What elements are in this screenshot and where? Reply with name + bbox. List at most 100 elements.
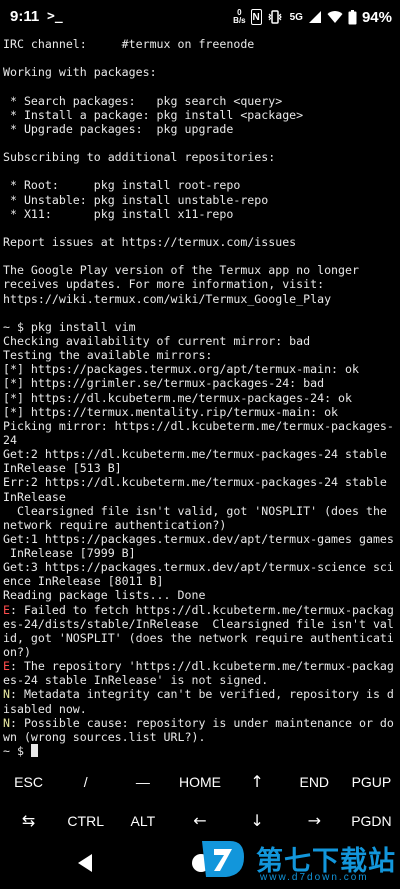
terminal-line: on?) bbox=[3, 645, 397, 659]
terminal-line: * Unstable: pkg install unstable-repo bbox=[3, 193, 397, 207]
terminal-line-text: IRC channel: #termux on freenode bbox=[3, 37, 255, 51]
terminal-line: The Google Play version of the Termux ap… bbox=[3, 263, 397, 277]
terminal-line: InRelease [7999 B] bbox=[3, 546, 397, 560]
tab-key[interactable]: ⇆ bbox=[0, 801, 57, 840]
terminal-line-text: : Failed to fetch https://dl.kcubeterm.m… bbox=[9, 602, 394, 617]
notice-prefix: N bbox=[3, 715, 10, 730]
terminal-line: id, got 'NOSPLIT' (does the network requ… bbox=[3, 631, 397, 645]
terminal-line-text: https://wiki.termux.com/wiki/Termux_Goog… bbox=[3, 291, 332, 306]
status-bar: 9:11 >_ 0 B/s N 5G 94% bbox=[0, 0, 400, 32]
terminal-line: isabled now. bbox=[3, 702, 397, 716]
terminal-line: Working with packages: bbox=[3, 65, 397, 79]
terminal-line: * Upgrade packages: pkg upgrade bbox=[3, 122, 397, 136]
battery-icon bbox=[348, 9, 357, 24]
terminal-line: InRelease bbox=[3, 490, 397, 504]
terminal-line-text: Subscribing to additional repositories: bbox=[3, 150, 276, 165]
terminal-line: receives updates. For more information, … bbox=[3, 277, 397, 291]
terminal-line-text: ~ $ bbox=[3, 744, 31, 757]
notice-prefix: N bbox=[3, 687, 10, 702]
terminal-line-text: [*] https://packages.termux.org/apt/term… bbox=[3, 362, 359, 377]
terminal-line: IRC channel: #termux on freenode bbox=[3, 37, 397, 51]
terminal-line-text: Reading package lists... Done bbox=[3, 588, 206, 603]
status-icons: 0 B/s N 5G 94% bbox=[233, 7, 392, 27]
terminal-line-text: * Upgrade packages: pkg upgrade bbox=[3, 121, 234, 136]
status-time: 9:11 bbox=[10, 8, 40, 25]
error-prefix: E bbox=[3, 659, 10, 674]
terminal-line-text: es-24/dists/stable/InRelease Clearsigned… bbox=[3, 616, 394, 631]
end-key[interactable]: END bbox=[286, 762, 343, 801]
terminal-line-text: on?) bbox=[3, 645, 31, 660]
d7down-logo-icon bbox=[202, 841, 244, 877]
terminal-line-text: * Unstable: pkg install unstable-repo bbox=[3, 192, 269, 207]
terminal-line-text: InRelease [513 B] bbox=[3, 461, 122, 476]
battery-percentage: 94% bbox=[361, 8, 392, 26]
network-speed-unit: B/s bbox=[233, 16, 246, 25]
terminal-line: [*] https://dl.kcubeterm.me/termux-packa… bbox=[3, 391, 397, 405]
terminal-line: Report issues at https://termux.com/issu… bbox=[3, 235, 397, 249]
terminal-line-text: The Google Play version of the Termux ap… bbox=[3, 263, 359, 278]
terminal-line: es-24/dists/stable/InRelease Clearsigned… bbox=[3, 617, 397, 631]
extra-keys-row-1: ESC / — HOME ↑ END PGUP bbox=[0, 762, 400, 801]
nfc-label: N bbox=[252, 11, 260, 23]
dash-key[interactable]: — bbox=[114, 762, 171, 801]
terminal-line-text: * Search packages: pkg search <query> bbox=[3, 93, 283, 108]
home-key[interactable]: HOME bbox=[171, 762, 228, 801]
esc-key[interactable]: ESC bbox=[0, 762, 57, 801]
terminal-line: Testing the available mirrors: bbox=[3, 348, 397, 362]
terminal-line-text: Checking availability of current mirror:… bbox=[3, 333, 311, 348]
terminal-line: ence InRelease [8011 B] bbox=[3, 574, 397, 588]
terminal-line-text: Err:2 https://dl.kcubeterm.me/termux-pac… bbox=[3, 475, 387, 490]
terminal-line-text: Clearsigned file isn't valid, got 'NOSPL… bbox=[3, 503, 387, 518]
terminal-line: Err:2 https://dl.kcubeterm.me/termux-pac… bbox=[3, 475, 397, 489]
terminal-line: [*] https://grimler.se/termux-packages-2… bbox=[3, 376, 397, 390]
terminal-line: E: The repository 'https://dl.kcubeterm.… bbox=[3, 659, 397, 673]
back-button[interactable] bbox=[76, 853, 94, 873]
signal-icon bbox=[308, 11, 321, 23]
terminal-line: wn (wrong sources.list URL?). bbox=[3, 730, 397, 744]
terminal-notification-icon: >_ bbox=[47, 9, 63, 24]
terminal-line-text: * X11: pkg install x11-repo bbox=[3, 206, 234, 221]
terminal-line-text: * Root: pkg install root-repo bbox=[3, 178, 241, 193]
terminal-line-text: es-24 stable InRelease' is not signed. bbox=[3, 673, 269, 688]
terminal-line: [*] https://packages.termux.org/apt/term… bbox=[3, 362, 397, 376]
terminal-line-text: network require authentication?) bbox=[3, 517, 227, 532]
terminal-line-text: isabled now. bbox=[3, 701, 87, 716]
terminal-line-text: : Metadata integrity can't be verified, … bbox=[9, 687, 394, 702]
error-prefix: E bbox=[3, 602, 10, 617]
terminal-line: es-24 stable InRelease' is not signed. bbox=[3, 673, 397, 687]
terminal-line-text: Testing the available mirrors: bbox=[3, 348, 213, 363]
terminal-output[interactable]: IRC channel: #termux on freenode Working … bbox=[3, 37, 397, 757]
terminal-line: * Install a package: pkg install <packag… bbox=[3, 108, 397, 122]
terminal-line: Picking mirror: https://dl.kcubeterm.me/… bbox=[3, 419, 397, 433]
terminal-line-text: InRelease [7999 B] bbox=[3, 546, 136, 561]
terminal-line: N: Metadata integrity can't be verified,… bbox=[3, 687, 397, 701]
terminal-cursor bbox=[30, 744, 38, 757]
pgup-key[interactable]: PGUP bbox=[343, 762, 400, 801]
network-speed-indicator: 0 B/s bbox=[233, 9, 245, 25]
terminal-line-text: 24 bbox=[3, 432, 17, 447]
watermark: 第七下载站 www.d7down.com bbox=[196, 832, 400, 889]
terminal-line-text: Get:2 https://dl.kcubeterm.me/termux-pac… bbox=[3, 447, 387, 462]
slash-key[interactable]: / bbox=[57, 762, 114, 801]
arrow-up-key[interactable]: ↑ bbox=[229, 762, 286, 801]
terminal-line-text: Picking mirror: https://dl.kcubeterm.me/… bbox=[3, 418, 394, 433]
terminal-line: Get:3 https://packages.termux.dev/apt/te… bbox=[3, 560, 397, 574]
terminal-line: InRelease [513 B] bbox=[3, 461, 397, 475]
network-type-label: 5G bbox=[289, 11, 303, 23]
terminal-line: ~ $ pkg install vim bbox=[3, 320, 397, 334]
terminal-line-text: InRelease bbox=[3, 489, 66, 504]
terminal-line: Get:1 https://packages.termux.dev/apt/te… bbox=[3, 532, 397, 546]
terminal-line-text: [*] https://grimler.se/termux-packages-2… bbox=[3, 376, 325, 391]
terminal-line: E: Failed to fetch https://dl.kcubeterm.… bbox=[3, 603, 397, 617]
terminal-line-text: ence InRelease [8011 B] bbox=[3, 574, 164, 589]
terminal-line: * Root: pkg install root-repo bbox=[3, 178, 397, 192]
terminal-line-text: Report issues at https://termux.com/issu… bbox=[3, 234, 297, 249]
ctrl-key[interactable]: CTRL bbox=[57, 801, 114, 840]
extra-keys-bar: ESC / — HOME ↑ END PGUP ⇆ CTRL ALT ← ↓ →… bbox=[0, 762, 400, 840]
wifi-icon bbox=[327, 11, 343, 23]
alt-key[interactable]: ALT bbox=[114, 801, 171, 840]
